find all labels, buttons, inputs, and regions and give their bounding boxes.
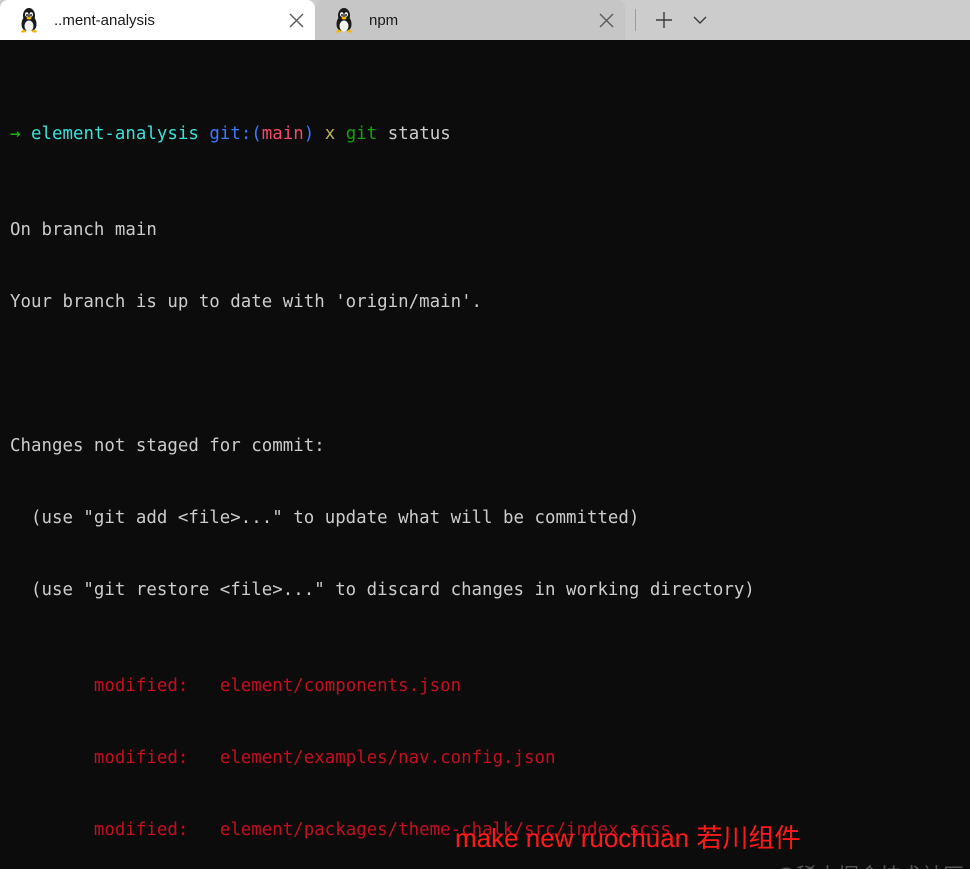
annotation-overlay: make new ruochuan 若川组件 或 node build/bin/… bbox=[455, 758, 923, 869]
output-branch-line: On branch main bbox=[10, 220, 157, 240]
close-icon[interactable] bbox=[587, 0, 625, 40]
terminal-output: → element-analysis git:(main) x git stat… bbox=[10, 50, 755, 869]
close-icon[interactable] bbox=[277, 0, 315, 40]
annotation-line: make new ruochuan 若川组件 bbox=[455, 823, 801, 853]
modified-label: modified: bbox=[93, 676, 189, 696]
tab-title: npm bbox=[369, 11, 399, 29]
prompt-line-command: → element-analysis git:(main) x git stat… bbox=[10, 122, 755, 146]
plus-icon[interactable] bbox=[646, 2, 682, 38]
terminal-viewport[interactable]: → element-analysis git:(main) x git stat… bbox=[0, 40, 970, 869]
prompt-arrow: → bbox=[10, 124, 21, 144]
tab-npm[interactable]: npm bbox=[315, 0, 625, 40]
tab-title: ..ment-analysis bbox=[54, 11, 155, 29]
watermark-primary: @稀土掘金技术社区 bbox=[775, 860, 964, 869]
tux-penguin-icon bbox=[21, 8, 37, 33]
prompt-directory: element-analysis bbox=[31, 124, 199, 144]
output-tracking-line: Your branch is up to date with 'origin/m… bbox=[10, 292, 483, 312]
command-args: status bbox=[387, 124, 451, 144]
tux-penguin-icon bbox=[336, 8, 352, 33]
prompt-git-prefix: git:( bbox=[209, 124, 262, 144]
command-program: git bbox=[345, 124, 378, 144]
prompt-status-mark: x bbox=[324, 124, 336, 144]
tab-bar: ..ment-analysis npm bbox=[0, 0, 970, 40]
tab-element-analysis[interactable]: ..ment-analysis bbox=[0, 0, 315, 40]
modified-path: element/components.json bbox=[219, 676, 462, 696]
unstaged-hint-2: (use "git restore <file>..." to discard … bbox=[10, 580, 755, 600]
terminal-window: ..ment-analysis npm → element-analysis g… bbox=[0, 0, 970, 869]
tab-bar-actions bbox=[625, 0, 718, 40]
divider bbox=[635, 9, 636, 31]
modified-file-row: modified: element/components.json bbox=[10, 674, 755, 698]
prompt-git-suffix: ) bbox=[303, 124, 315, 144]
modified-label: modified: bbox=[93, 748, 189, 768]
prompt-git-branch: main bbox=[261, 124, 304, 144]
chevron-down-icon[interactable] bbox=[682, 2, 718, 38]
unstaged-header: Changes not staged for commit: bbox=[10, 436, 325, 456]
unstaged-hint-1: (use "git add <file>..." to update what … bbox=[10, 508, 640, 528]
modified-label: modified: bbox=[93, 820, 189, 840]
